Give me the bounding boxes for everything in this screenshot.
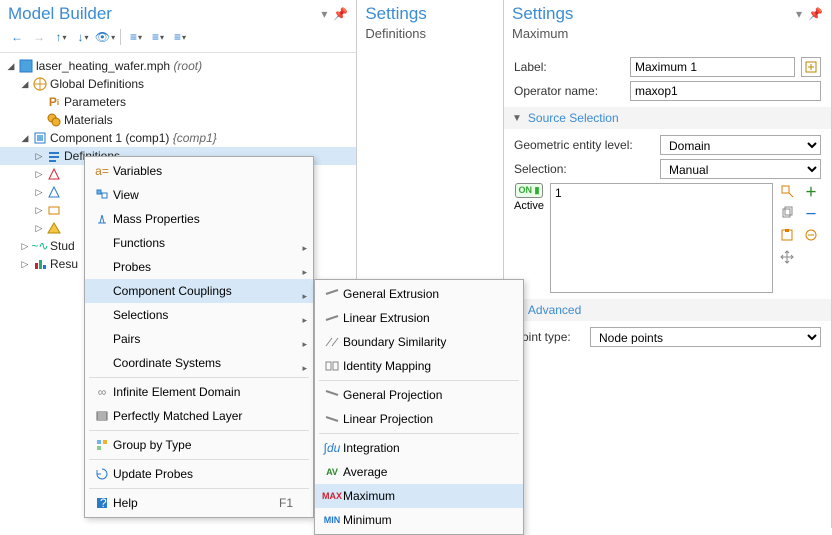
geometric-entity-select[interactable]: Domain — [660, 135, 821, 155]
submenu-linear-extrusion[interactable]: Linear Extrusion — [315, 306, 523, 330]
list-item[interactable]: 1 — [555, 186, 768, 200]
settings-panel-right: Settings ▾ 📌 Maximum Label: Operator nam… — [504, 0, 832, 528]
warn-icon — [46, 220, 62, 236]
toggle-icon[interactable] — [803, 227, 819, 243]
menu-perfectly-matched-layer[interactable]: Perfectly Matched Layer — [85, 404, 313, 428]
copy-icon[interactable] — [779, 205, 795, 221]
submenu-boundary-similarity[interactable]: Boundary Similarity — [315, 330, 523, 354]
dropdown-icon[interactable]: ▾ — [796, 7, 802, 21]
selection-label: Selection: — [514, 162, 654, 176]
submenu-integration[interactable]: ∫duIntegration — [315, 436, 523, 460]
operator-name-label: Operator name: — [514, 84, 624, 98]
submenu-maximum[interactable]: MAXMaximum — [315, 484, 523, 508]
selection-select[interactable]: Manual — [660, 159, 821, 179]
pin-icon[interactable]: 📌 — [808, 7, 823, 21]
menu-group-by-type[interactable]: Group by Type — [85, 433, 313, 457]
active-toggle[interactable]: ON ▮ — [515, 183, 544, 198]
menu-functions[interactable]: Functions — [85, 231, 313, 255]
materials-icon — [46, 112, 62, 128]
tree-materials[interactable]: Materials — [0, 111, 356, 129]
study-icon: ~∿ — [32, 238, 48, 254]
submenu-minimum[interactable]: MINMinimum — [315, 508, 523, 532]
couplings-submenu[interactable]: General Extrusion Linear Extrusion Bound… — [314, 279, 524, 535]
pi-icon: Pi — [46, 94, 62, 110]
globe-icon — [32, 76, 48, 92]
menu-pairs[interactable]: Pairs — [85, 327, 313, 351]
settings-sub-mid: Definitions — [357, 26, 503, 47]
tree-parameters[interactable]: Pi Parameters — [0, 93, 356, 111]
geometry-icon — [46, 166, 62, 182]
geometric-entity-label: Geometric entity level: — [514, 138, 654, 152]
point-type-label: Point type: — [514, 330, 584, 344]
add-icon[interactable]: ＋ — [803, 183, 819, 199]
operator-name-input[interactable] — [630, 81, 821, 101]
tree-global-definitions[interactable]: ◢ Global Definitions — [0, 75, 356, 93]
submenu-linear-projection[interactable]: Linear Projection — [315, 407, 523, 431]
menu-variables[interactable]: a=Variables — [85, 159, 313, 183]
menu-component-couplings[interactable]: Component Couplings — [85, 279, 313, 303]
submenu-identity-mapping[interactable]: Identity Mapping — [315, 354, 523, 378]
expand-icon[interactable]: ≡ — [149, 28, 167, 46]
mesh-icon — [46, 184, 62, 200]
menu-probes[interactable]: Probes — [85, 255, 313, 279]
definitions-icon — [46, 148, 62, 164]
menu-coordinate-systems[interactable]: Coordinate Systems — [85, 351, 313, 375]
collapse-icon[interactable]: ≡ — [127, 28, 145, 46]
results-icon — [32, 256, 48, 272]
tree-component[interactable]: ◢ Component 1 (comp1) {comp1} — [0, 129, 356, 147]
dropdown-icon[interactable]: ▾ — [321, 7, 327, 21]
settings-sub-right: Maximum — [504, 26, 831, 47]
menu-infinite-element-domain[interactable]: ∞Infinite Element Domain — [85, 380, 313, 404]
remove-icon[interactable]: － — [803, 205, 819, 221]
component-icon — [32, 130, 48, 146]
create-shortcut-icon[interactable] — [801, 57, 821, 77]
active-label: Active — [514, 200, 544, 212]
model-builder-panel: Model Builder ▾ 📌 ← → ↑ ↓ 👁 ≡ ≡ ≡ ◢ lase… — [0, 0, 357, 528]
list-icon[interactable]: ≡ — [171, 28, 189, 46]
advanced-header[interactable]: ▼Advanced — [504, 299, 831, 321]
model-builder-toolbar: ← → ↑ ↓ 👁 ≡ ≡ ≡ — [0, 26, 356, 53]
selection-listbox[interactable]: 1 — [550, 183, 773, 293]
physics-icon — [46, 202, 62, 218]
submenu-general-extrusion[interactable]: General Extrusion — [315, 282, 523, 306]
down-icon[interactable]: ↓ — [74, 28, 92, 46]
pin-icon[interactable]: 📌 — [333, 7, 348, 21]
label-input[interactable] — [630, 57, 795, 77]
menu-update-probes[interactable]: Update Probes — [85, 462, 313, 486]
svg-text:?: ? — [100, 496, 107, 510]
menu-mass-properties[interactable]: Mass Properties — [85, 207, 313, 231]
tree-root[interactable]: ◢ laser_heating_wafer.mph (root) — [0, 57, 356, 75]
model-builder-title: Model Builder — [8, 4, 321, 24]
menu-selections[interactable]: Selections — [85, 303, 313, 327]
submenu-average[interactable]: AVAverage — [315, 460, 523, 484]
mph-icon — [18, 58, 34, 74]
forward-icon: → — [30, 28, 48, 46]
menu-help[interactable]: ?HelpF1 — [85, 491, 313, 515]
settings-title-mid: Settings — [365, 4, 495, 24]
label-label: Label: — [514, 60, 624, 74]
settings-title-right: Settings — [512, 4, 796, 24]
submenu-general-projection[interactable]: General Projection — [315, 383, 523, 407]
context-menu[interactable]: a=Variables View Mass Properties Functio… — [84, 156, 314, 518]
menu-view[interactable]: View — [85, 183, 313, 207]
move-icon[interactable] — [779, 249, 795, 265]
show-icon[interactable]: 👁 — [96, 28, 114, 46]
paste-icon[interactable] — [779, 227, 795, 243]
point-type-select[interactable]: Node points — [590, 327, 821, 347]
source-selection-header[interactable]: ▼Source Selection — [504, 107, 831, 129]
zoom-icon[interactable] — [779, 183, 795, 199]
up-icon[interactable]: ↑ — [52, 28, 70, 46]
back-icon[interactable]: ← — [8, 28, 26, 46]
